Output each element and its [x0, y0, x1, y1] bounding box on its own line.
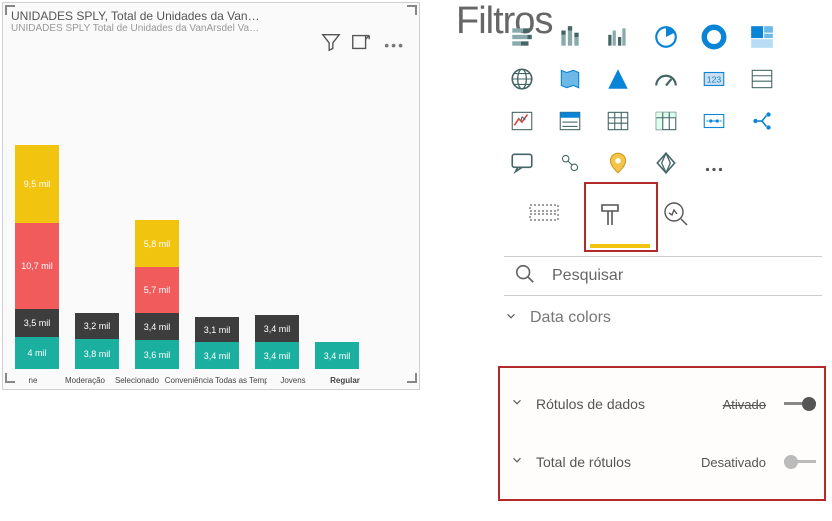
viz-decomposition-icon[interactable] [744, 104, 780, 138]
viz-stacked-bar-icon[interactable] [504, 20, 540, 54]
viz-stacked-column-icon[interactable] [552, 20, 588, 54]
viz-treemap-icon[interactable] [744, 20, 780, 54]
viz-empty [744, 146, 780, 180]
toggle-status: Ativado [723, 397, 766, 412]
filter-icon[interactable] [320, 31, 342, 58]
bar-stack: 5,8 mil5,7 mil3,4 mil3,6 mil [131, 220, 183, 369]
x-axis-labels: neModeraçãoSelecionadoConveniênciaTodas … [7, 376, 415, 385]
viz-empty [792, 104, 828, 138]
viz-get-visuals-icon[interactable] [696, 146, 732, 180]
data-colors-label: Data colors [530, 309, 611, 327]
viz-filled-map-icon[interactable] [552, 62, 588, 96]
bar-segment: 3,4 mil [255, 315, 299, 342]
viz-empty [792, 146, 828, 180]
bar-segment: 3,4 mil [315, 342, 359, 369]
bar-segment: 5,7 mil [135, 267, 179, 313]
selected-tab-underline [590, 244, 650, 248]
chart-visual[interactable]: UNIDADES SPLY, Total de Unidades da Van…… [2, 2, 420, 390]
bar-segment: 3,4 mil [195, 342, 239, 369]
section-data-labels[interactable]: Rótulos de dados Ativado [504, 388, 822, 420]
highlight-box-sections [498, 366, 826, 501]
svg-text:123: 123 [707, 74, 722, 84]
viz-arcgis-icon[interactable] [600, 146, 636, 180]
viz-matrix-icon[interactable] [648, 104, 684, 138]
viz-azure-map-icon[interactable] [600, 62, 636, 96]
viz-qa-icon[interactable] [504, 146, 540, 180]
resize-handle-tr[interactable] [407, 5, 417, 15]
focus-mode-icon[interactable] [350, 31, 372, 58]
resize-handle-tl[interactable] [5, 5, 15, 15]
toggle-status: Desativado [701, 455, 766, 470]
viz-empty [792, 62, 828, 96]
section-label: Rótulos de dados [536, 396, 711, 412]
bar-segment: 3,1 mil [195, 317, 239, 342]
viz-donut-icon[interactable] [696, 20, 732, 54]
bar-segment: 10,7 mil [15, 223, 59, 309]
x-label: Jovens [267, 376, 319, 385]
more-options-icon[interactable]: ••• [380, 37, 409, 53]
bar-segment: 5,8 mil [135, 220, 179, 267]
bar-stack: 3,2 mil3,8 mil [71, 313, 123, 369]
x-label: Todas as Temporadas [215, 376, 267, 385]
analytics-tab[interactable] [652, 190, 700, 238]
toggle-switch-off[interactable] [784, 455, 816, 469]
search-row[interactable]: Pesquisar [504, 256, 822, 296]
viz-gauge-icon[interactable] [648, 62, 684, 96]
toggle-switch-on[interactable] [784, 397, 816, 411]
visual-toolbar: ••• [320, 31, 409, 58]
chart-title: UNIDADES SPLY, Total de Unidades da Van… [11, 9, 411, 23]
viz-pie-icon[interactable] [648, 20, 684, 54]
bar-stack: 9,5 mil10,7 mil3,5 mil4 mil [11, 145, 63, 369]
bar-segment: 3,4 mil [135, 313, 179, 340]
bar-stack: 3,1 mil3,4 mil [191, 317, 243, 369]
search-icon [514, 263, 536, 290]
data-colors-section[interactable]: Data colors [504, 300, 822, 336]
viz-multi-card-icon[interactable] [744, 62, 780, 96]
x-label: Regular [319, 376, 371, 385]
visualization-picker: 123 [504, 20, 832, 184]
viz-kpi-icon[interactable] [504, 104, 540, 138]
section-total-labels[interactable]: Total de rótulos Desativado [504, 446, 822, 478]
viz-card-icon[interactable]: 123 [696, 62, 732, 96]
bar-segment: 3,8 mil [75, 339, 119, 369]
bar-stack: 3,4 mil3,4 mil [251, 315, 303, 369]
viz-globe-icon[interactable] [504, 62, 540, 96]
x-label: Conveniência [163, 376, 215, 385]
chevron-down-icon [504, 309, 518, 328]
viz-slicer-icon[interactable] [552, 104, 588, 138]
section-label: Total de rótulos [536, 454, 689, 470]
x-label: Moderação [59, 376, 111, 385]
chart-plot-area: 9,5 mil10,7 mil3,5 mil4 mil3,2 mil3,8 mi… [7, 63, 415, 369]
viz-powerapps-icon[interactable] [648, 146, 684, 180]
search-input[interactable]: Pesquisar [552, 267, 623, 285]
bar-stack: 3,4 mil [311, 342, 363, 369]
viz-clustered-column-icon[interactable] [600, 20, 636, 54]
bar-segment: 3,2 mil [75, 313, 119, 339]
viz-empty [792, 20, 828, 54]
resize-handle-bl[interactable] [5, 373, 15, 383]
format-tab[interactable] [586, 190, 634, 238]
bar-segment: 3,5 mil [15, 309, 59, 337]
chevron-down-icon [510, 453, 524, 472]
resize-handle-br[interactable] [407, 373, 417, 383]
fields-tab[interactable] [520, 190, 568, 238]
bar-segment: 3,4 mil [255, 342, 299, 369]
viz-table-icon[interactable] [600, 104, 636, 138]
bar-segment: 4 mil [15, 337, 59, 369]
chevron-down-icon [510, 395, 524, 414]
bar-segment: 9,5 mil [15, 145, 59, 223]
viz-r-visual-icon[interactable] [696, 104, 732, 138]
filters-pane: Filtros 123 Pesquisar Data colors Rótulo… [440, 0, 832, 521]
viz-key-influencers-icon[interactable] [552, 146, 588, 180]
x-label: Selecionado [111, 376, 163, 385]
bar-segment: 3,6 mil [135, 340, 179, 369]
